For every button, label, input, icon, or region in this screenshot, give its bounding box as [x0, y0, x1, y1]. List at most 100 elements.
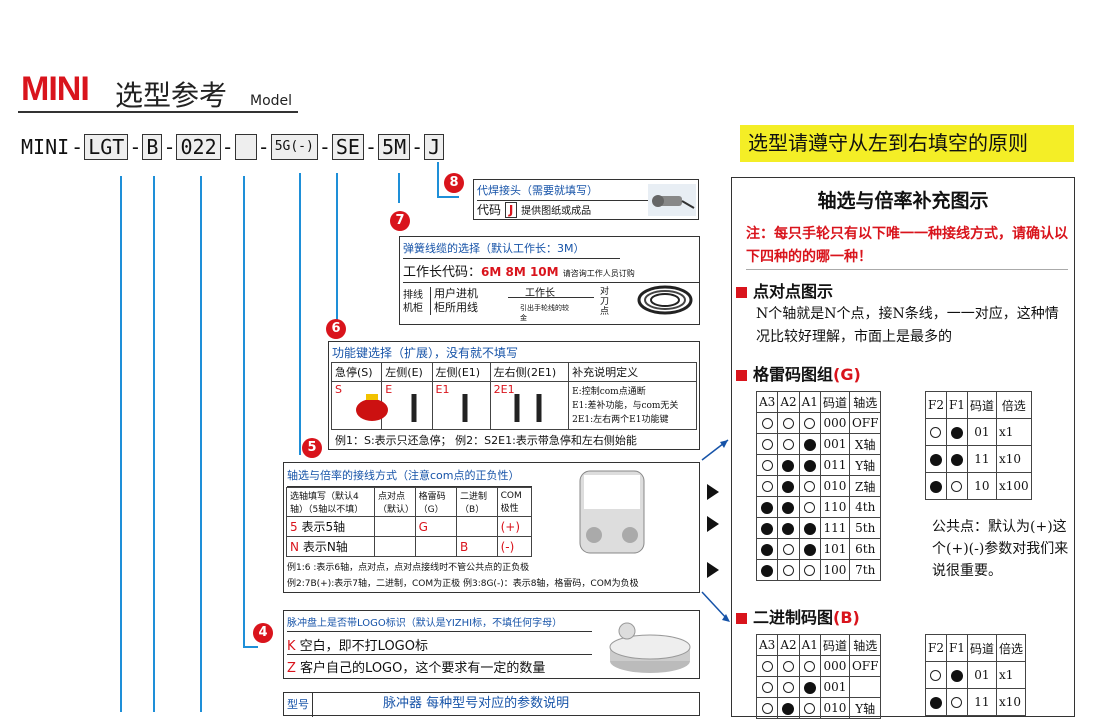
table-cell: (-) — [496, 536, 533, 557]
dot-cell — [755, 517, 779, 539]
header-cell: F2 — [925, 391, 947, 419]
value-cell: Z轴 — [848, 475, 882, 497]
code-box: LGT — [84, 134, 129, 160]
open-dot — [930, 427, 942, 438]
value-cell: 000 — [819, 655, 850, 677]
header-cell: 轴选 — [848, 391, 882, 413]
open-dot — [782, 661, 794, 672]
table-row: 010 Y轴 — [755, 697, 882, 719]
connector-line — [437, 196, 459, 198]
dot-cell — [777, 433, 800, 455]
dot-cell — [777, 655, 800, 677]
table-row: 10 x100 — [925, 472, 1032, 500]
axis-rate-panel: 轴选与倍率补充图示 注：每只手轮只有以下唯一一种接线方式，请确认以下四种的的哪一… — [731, 177, 1075, 719]
open-dot — [804, 418, 816, 429]
table-row: 11 x10 — [925, 445, 1032, 473]
code-box-empty — [234, 134, 257, 160]
code-part: MINI — [21, 135, 70, 159]
section-8-connector: 代焊接头（需要就填写） 代码 J 提供图纸或成品 — [473, 179, 699, 220]
filled-dot — [803, 681, 816, 694]
dot-cell — [945, 445, 968, 473]
open-dot — [782, 565, 794, 576]
binary-heading: 二进制码图(B) — [736, 604, 860, 628]
step-number-5: 5 — [302, 438, 322, 458]
dot-cell — [777, 538, 800, 560]
code-row: 代码 J 提供图纸或成品 — [477, 202, 592, 218]
table-cell — [374, 536, 416, 557]
header-cell: A3 — [755, 391, 779, 413]
open-dot — [761, 418, 773, 429]
table-row: 010 Z轴 — [755, 475, 882, 497]
logo-option-k: K 空白，即不打LOGO标 — [287, 635, 592, 655]
header-cell: 码道 — [966, 634, 997, 662]
header-cell: A3 — [755, 634, 779, 656]
dot-cell — [798, 475, 821, 497]
lead-label: 引出手轮线的较金 — [520, 304, 569, 322]
dot-cell — [777, 559, 800, 581]
filled-dot — [782, 702, 795, 715]
code-box: 5M — [378, 134, 411, 160]
value-cell: x10 — [995, 445, 1032, 473]
dot-cell — [798, 496, 821, 518]
header-cell: 码道 — [819, 634, 850, 656]
section-title: 功能键选择（扩展），没有就不填写 — [332, 346, 519, 360]
filled-dot — [782, 501, 795, 514]
gray-axis-table: A3 A2 A1 码道 轴选 000 OFF 001 X轴 011 Y轴 010 Z轴 110 4th 111… — [755, 391, 882, 581]
value-cell: 001 — [819, 676, 850, 698]
dot-cell — [755, 559, 779, 581]
dot-cell — [798, 676, 821, 698]
coil-cable-image — [634, 279, 696, 321]
header-cell: A2 — [777, 391, 800, 413]
header-cell: COM极性 — [496, 487, 533, 517]
value-cell: 01 — [966, 418, 997, 446]
value-cell: Y轴 — [848, 697, 882, 719]
both-e1-cell: 2E1 — [489, 381, 570, 430]
table-cell — [374, 516, 416, 537]
connector-line — [398, 173, 400, 203]
filled-dot — [950, 453, 963, 466]
open-dot — [951, 697, 963, 708]
value-cell: x10 — [995, 688, 1026, 716]
header-cell: 补充说明定义 — [568, 362, 697, 382]
value-cell: Y轴 — [848, 454, 882, 476]
header-cell: 左侧(E) — [381, 362, 433, 382]
filled-dot — [929, 453, 942, 466]
brand-title: MINI — [21, 70, 90, 108]
filled-dot — [803, 459, 816, 472]
open-dot — [761, 460, 773, 471]
binary-axis-table: A3 A2 A1 码道 轴选 000 OFF 001 010 Y轴 — [755, 634, 882, 719]
section-6-function-keys: 功能键选择（扩展），没有就不填写 急停(S) 左侧(E) 左侧(E1) 左右侧(… — [328, 341, 700, 450]
step-number-4: 4 — [253, 623, 273, 643]
section-3-models: 型号 脉冲器 每种型号对应的参数说明 — [283, 692, 700, 717]
filled-dot — [761, 564, 774, 577]
open-dot — [782, 439, 794, 450]
section-4-logo: 脉冲盘上是否带LOGO标识（默认是YIZHI标，不填任何字母） K 空白，即不打… — [283, 610, 700, 679]
knife-label: 对刀点 — [600, 287, 610, 317]
filled-dot — [929, 480, 942, 493]
dot-cell — [755, 697, 779, 719]
open-dot — [782, 544, 794, 555]
filled-dot — [950, 669, 963, 682]
value-cell: 010 — [819, 697, 850, 719]
table-row: 000 OFF — [755, 655, 882, 677]
filled-dot — [761, 543, 774, 556]
value-cell: OFF — [848, 412, 882, 434]
value-cell: x100 — [995, 472, 1032, 500]
value-cell: 000 — [819, 412, 850, 434]
filled-dot — [761, 522, 774, 535]
section-title: 轴选与倍率的接线方式（注意com点的正负性） — [287, 467, 532, 487]
table-cell — [414, 536, 458, 557]
step-number-7: 7 — [390, 211, 410, 231]
table-cell — [456, 516, 498, 537]
dot-cell — [925, 445, 947, 473]
dot-cell — [755, 475, 779, 497]
header-cell: A2 — [777, 634, 800, 656]
dot-cell — [755, 433, 779, 455]
dot-cell — [777, 517, 800, 539]
dot-cell — [798, 454, 821, 476]
table-row: 001 — [755, 676, 882, 698]
dot-cell — [925, 661, 947, 689]
dot-cell — [798, 655, 821, 677]
cable-diagram-left: 排线 机柜 — [403, 290, 423, 314]
table-cell: (+) — [496, 516, 533, 537]
